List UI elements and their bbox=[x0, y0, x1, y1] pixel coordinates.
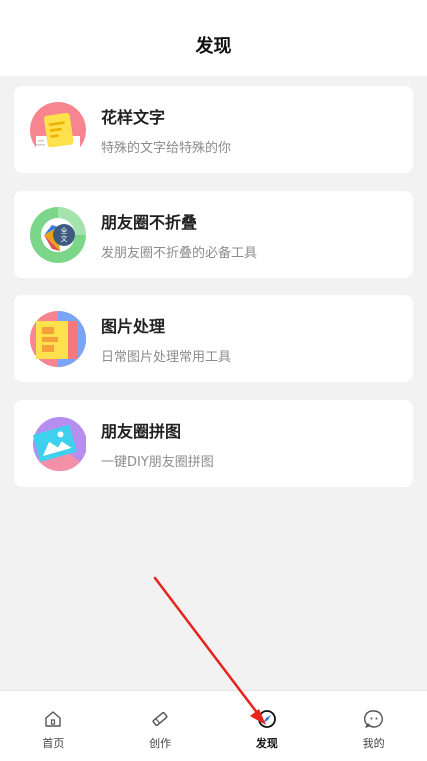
pencil-icon bbox=[152, 711, 168, 727]
card-image-processing[interactable]: 图片处理 日常图片处理常用工具 bbox=[14, 295, 413, 382]
full-text-icon: 全 文 bbox=[30, 206, 86, 263]
card-no-fold-moments[interactable]: 全 文 朋友圈不折叠 发朋友圈不折叠的必备工具 bbox=[14, 191, 413, 278]
card-title: 朋友圈拼图 bbox=[101, 421, 182, 441]
bottom-tab-bar: 首页 创作 发现 我的 bbox=[0, 690, 427, 761]
tab-label: 发现 bbox=[255, 737, 278, 750]
card-fancy-text[interactable]: 花样文字 特殊的文字给特殊的你 bbox=[14, 86, 413, 173]
card-subtitle: 发朋友圈不折叠的必备工具 bbox=[101, 245, 258, 261]
tab-create[interactable]: 创作 bbox=[107, 691, 214, 761]
tab-discover[interactable]: 发现 bbox=[214, 691, 321, 761]
tab-label: 首页 bbox=[42, 737, 65, 750]
page-title: 发现 bbox=[195, 36, 232, 57]
tab-label: 创作 bbox=[149, 737, 172, 750]
card-moments-collage[interactable]: 朋友圈拼图 一键DIY朋友圈拼图 bbox=[14, 400, 413, 487]
profile-icon bbox=[363, 710, 383, 728]
badge-text-top: 全 bbox=[61, 226, 68, 235]
picture-collage-icon bbox=[33, 416, 86, 471]
tab-mine[interactable]: 我的 bbox=[320, 691, 427, 761]
card-subtitle: 日常图片处理常用工具 bbox=[101, 349, 232, 365]
top-bar: 发现 bbox=[0, 0, 427, 76]
tab-home[interactable]: 首页 bbox=[0, 691, 107, 761]
image-editor-icon bbox=[30, 310, 86, 367]
card-title: 花样文字 bbox=[101, 107, 166, 127]
tab-label: 我的 bbox=[362, 737, 385, 750]
home-icon bbox=[45, 711, 62, 727]
card-title: 图片处理 bbox=[101, 316, 166, 336]
card-subtitle: 特殊的文字给特殊的你 bbox=[101, 140, 232, 156]
sticky-note-icon bbox=[30, 101, 86, 158]
compass-icon bbox=[257, 710, 276, 728]
card-title: 朋友圈不折叠 bbox=[101, 212, 198, 232]
card-subtitle: 一键DIY朋友圈拼图 bbox=[101, 454, 214, 470]
badge-text-bottom: 文 bbox=[61, 234, 68, 243]
